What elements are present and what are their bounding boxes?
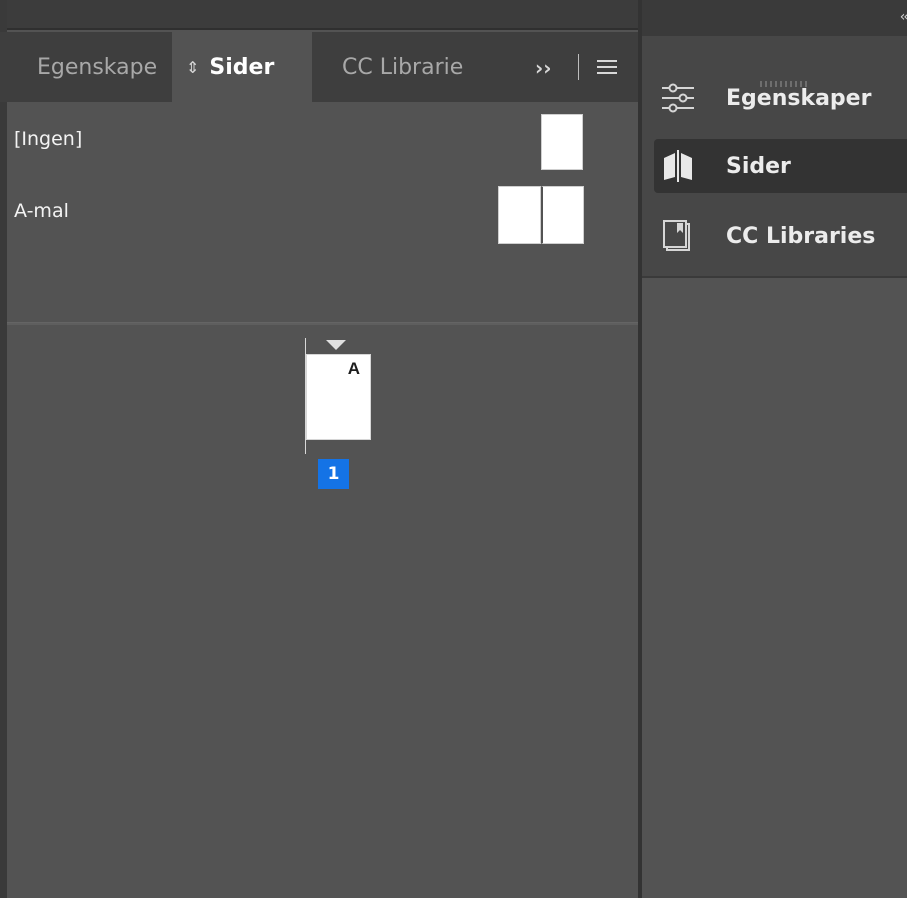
pages-panel: Egenskape ⇕ Sider CC Librarie ›› [Ingen]… — [0, 0, 638, 898]
applied-master-letter: A — [347, 359, 360, 378]
library-icon — [654, 216, 702, 256]
dock-item-cc-libraries-label: CC Libraries — [726, 223, 876, 249]
master-a-right-page — [540, 186, 584, 244]
spread-marker-icon — [326, 340, 346, 350]
master-a-thumbnail[interactable] — [498, 186, 584, 244]
page-number-badge[interactable]: 1 — [318, 459, 349, 489]
master-a[interactable]: A-mal — [14, 200, 69, 222]
tab-cc-libraries[interactable]: CC Librarie — [312, 32, 476, 102]
master-a-left-page — [498, 186, 541, 244]
masters-pages-divider[interactable] — [7, 322, 638, 325]
master-none-label: [Ingen] — [14, 128, 83, 150]
panel-tab-bar: Egenskape ⇕ Sider CC Librarie ›› — [0, 32, 638, 102]
document-page-thumbnail[interactable]: A — [306, 354, 371, 440]
dock-item-egenskaper[interactable]: Egenskaper — [654, 71, 907, 125]
dock-header: ‹‹ — [642, 0, 907, 36]
tab-egenskaper[interactable]: Egenskape — [0, 32, 172, 102]
master-none[interactable]: [Ingen] — [14, 128, 82, 150]
up-down-arrows-icon: ⇕ — [186, 57, 200, 77]
pages-icon — [654, 146, 702, 186]
tab-egenskaper-label: Egenskape — [37, 54, 158, 80]
dock-item-sider[interactable]: Sider — [654, 139, 907, 193]
collapse-dock-icon[interactable]: ‹‹ — [900, 9, 907, 25]
dock-item-sider-label: Sider — [726, 153, 791, 179]
master-none-thumbnail[interactable] — [541, 114, 583, 170]
workspace: Egenskape ⇕ Sider CC Librarie ›› [Ingen]… — [0, 0, 907, 898]
more-tabs-chevron-icon[interactable]: ›› — [535, 56, 551, 80]
sliders-icon — [654, 78, 702, 118]
panel-header-strip[interactable] — [0, 0, 638, 30]
panel-menu-icon[interactable] — [597, 60, 617, 74]
tab-cc-libraries-label: CC Librarie — [342, 54, 464, 80]
tab-separator — [578, 54, 579, 80]
tab-sider[interactable]: ⇕ Sider — [172, 32, 312, 102]
dock-item-cc-libraries[interactable]: CC Libraries — [654, 209, 907, 263]
master-a-label: A-mal — [14, 200, 69, 222]
tab-sider-label: Sider — [209, 54, 275, 80]
dock-item-egenskaper-label: Egenskaper — [726, 85, 872, 111]
panel-left-edge — [0, 0, 7, 898]
panel-dock: ‹‹ Egenskaper Sider CC Libraries — [642, 0, 907, 898]
